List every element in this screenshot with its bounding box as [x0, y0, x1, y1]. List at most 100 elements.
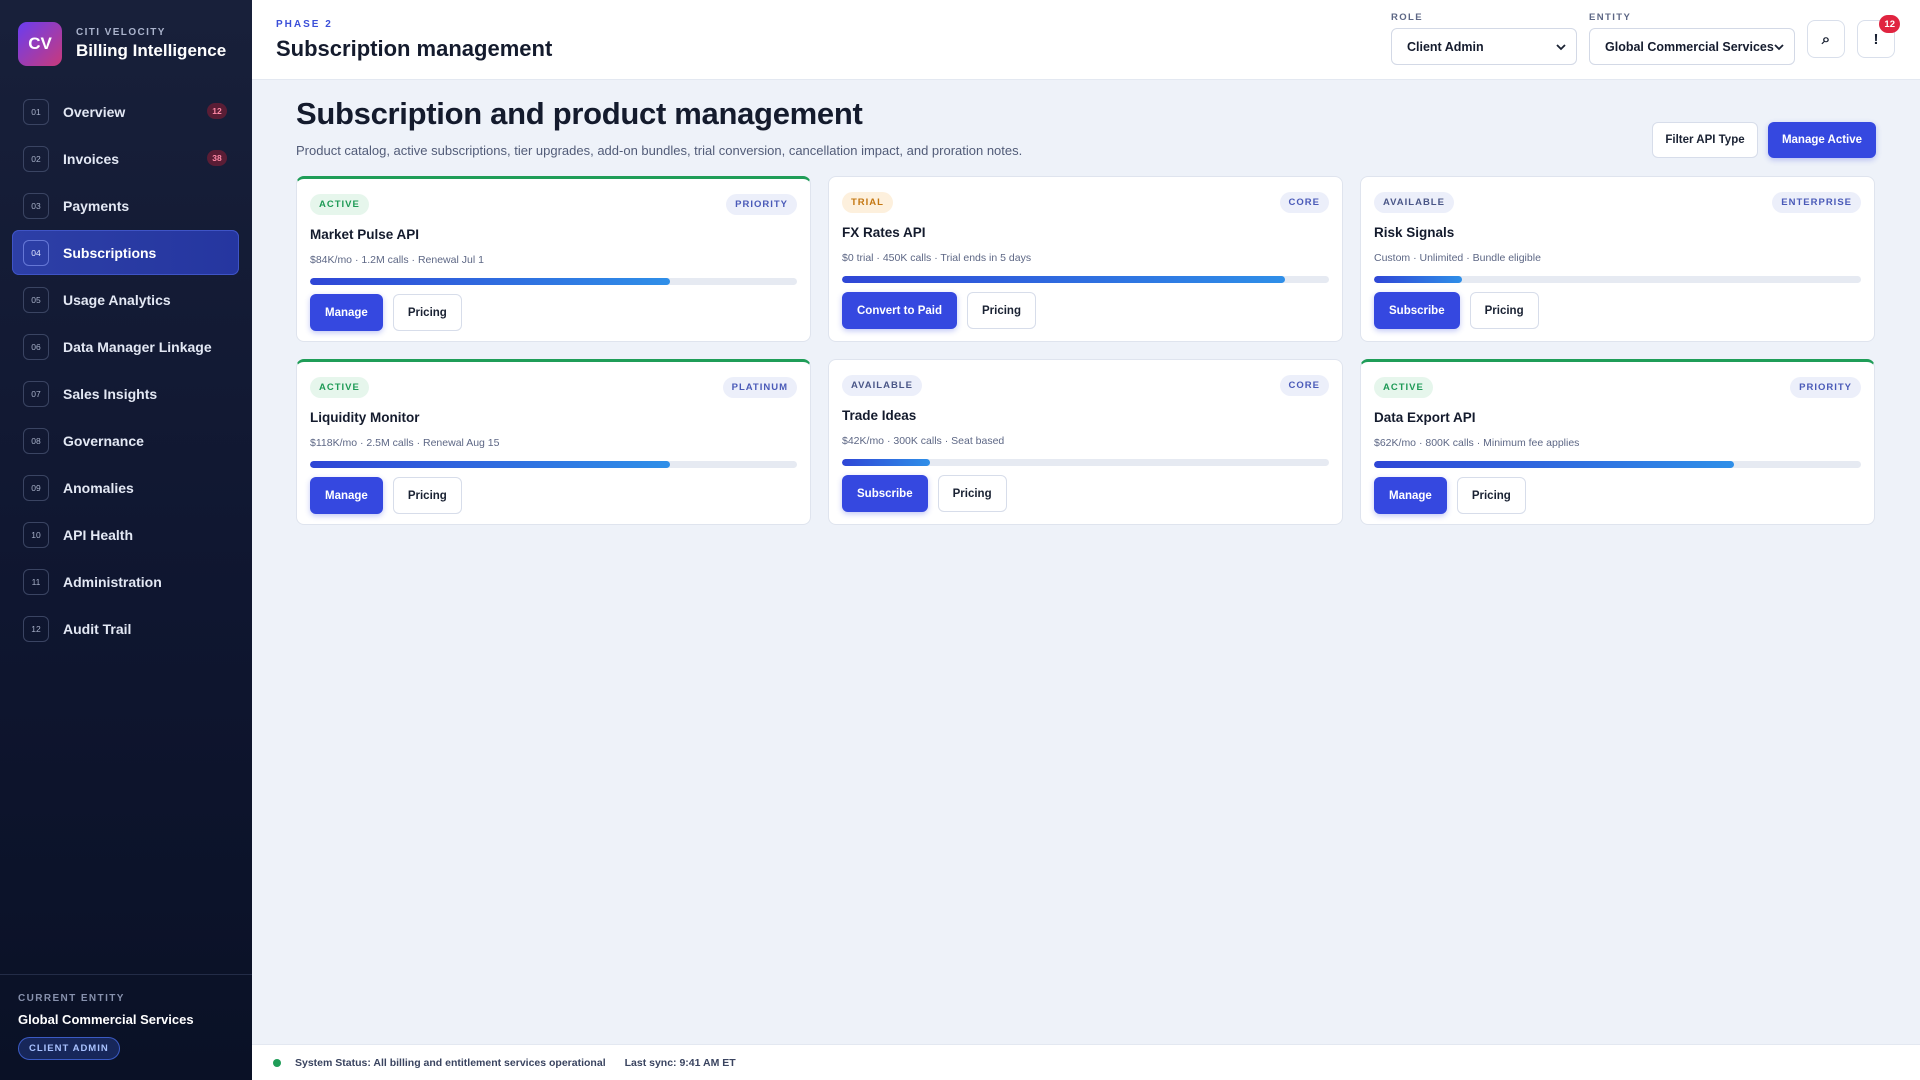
sidebar-item-sales-insights[interactable]: 07 Sales Insights — [12, 371, 239, 416]
nav-number: 06 — [23, 333, 49, 360]
nav-label: Administration — [63, 573, 162, 590]
usage-progress-bar — [842, 459, 1329, 466]
nav-number: 02 — [23, 145, 49, 172]
manage-button[interactable]: Manage — [1374, 477, 1447, 514]
card-header: ACTIVE PLATINUM — [310, 376, 797, 398]
manage-active-button[interactable]: Manage Active — [1768, 122, 1876, 158]
role-select[interactable]: Client Admin — [1391, 28, 1577, 65]
nav-count-badge: 12 — [207, 103, 227, 119]
subscribe-button[interactable]: Subscribe — [1374, 292, 1460, 329]
nav-label: API Health — [63, 526, 134, 543]
usage-progress-bar — [310, 278, 797, 285]
product-name: Liquidity Monitor — [310, 410, 420, 425]
subscription-card: ACTIVE PLATINUM Liquidity Monitor $118K/mo … — [296, 359, 811, 525]
filter-api-type-button[interactable]: Filter API Type — [1652, 122, 1758, 158]
pricing-button[interactable]: Pricing — [937, 475, 1007, 512]
nav-number: 05 — [23, 286, 49, 313]
usage-progress-bar — [310, 461, 797, 468]
product-meta: Custom · Unlimited · Bundle eligible — [1374, 252, 1541, 264]
product-meta: $118K/mo · 2.5M calls · Renewal Aug 15 — [310, 437, 500, 449]
search-button[interactable]: ⌕ — [1807, 20, 1845, 58]
subscribe-button[interactable]: Subscribe — [842, 475, 928, 512]
sidebar-item-data-manager-linkage[interactable]: 06 Data Manager Linkage — [12, 324, 239, 369]
nav-label: Invoices — [63, 150, 120, 167]
card-header: ACTIVE PRIORITY — [1374, 376, 1861, 398]
sidebar-item-anomalies[interactable]: 09 Anomalies — [12, 465, 239, 510]
brand-logo: CV — [18, 22, 62, 66]
sidebar-item-payments[interactable]: 03 Payments — [12, 183, 239, 228]
role-select-value: Client Admin — [1407, 39, 1484, 54]
subscription-card-grid: ACTIVE PRIORITY Market Pulse API $84K/mo · … — [296, 176, 1876, 525]
product-meta: $42K/mo · 300K calls · Seat based — [842, 435, 1005, 447]
sidebar-item-audit-trail[interactable]: 12 Audit Trail — [12, 606, 239, 651]
sidebar-nav: 01 Overview 12 02 Invoices 38 03 Payments 04 Subs… — [12, 89, 239, 653]
subscription-card: ACTIVE PRIORITY Data Export API $62K/mo · 8… — [1360, 359, 1875, 525]
manage-button[interactable]: Manage — [310, 477, 383, 514]
pricing-button[interactable]: Pricing — [392, 477, 462, 514]
usage-progress-fill — [1374, 461, 1735, 468]
sidebar-item-api-health[interactable]: 10 API Health — [12, 512, 239, 557]
brand-title: Billing Intelligence — [76, 41, 227, 60]
entity-select[interactable]: Global Commercial Services — [1589, 28, 1795, 65]
status-indicator-dot — [273, 1058, 281, 1067]
nav-number: 10 — [23, 521, 49, 548]
brand[interactable]: CV CITI VELOCITY Billing Intelligence — [18, 22, 226, 66]
pricing-button[interactable]: Pricing — [1456, 477, 1526, 514]
product-name: FX Rates API — [842, 225, 926, 240]
entity-select-value: Global Commercial Services — [1605, 39, 1774, 54]
sidebar: CV CITI VELOCITY Billing Intelligence 01… — [0, 0, 252, 1080]
product-name: Risk Signals — [1374, 225, 1455, 240]
pricing-button[interactable]: Pricing — [966, 292, 1036, 329]
subscription-card: TRIAL CORE FX Rates API $0 trial · 450K cal… — [828, 176, 1343, 342]
nav-label: Payments — [63, 197, 130, 214]
chevron-down-icon — [1774, 44, 1784, 51]
status-bar: System Status: All billing and entitleme… — [252, 1044, 1920, 1080]
nav-label: Data Manager Linkage — [63, 338, 212, 355]
usage-progress-bar — [1374, 461, 1861, 468]
card-header: TRIAL CORE — [842, 191, 1329, 213]
nav-number: 07 — [23, 380, 49, 407]
current-entity-panel: CURRENT ENTITY Global Commercial Service… — [0, 974, 252, 1080]
current-entity-name: Global Commercial Services — [18, 1012, 194, 1027]
nav-label: Governance — [63, 432, 144, 449]
card-actions: Convert to Paid Pricing — [842, 292, 1329, 329]
pricing-button[interactable]: Pricing — [392, 294, 462, 331]
notifications-button[interactable]: ! 12 — [1857, 15, 1900, 58]
pricing-button[interactable]: Pricing — [1469, 292, 1539, 329]
manage-button[interactable]: Manage — [310, 294, 383, 331]
nav-number: 12 — [23, 615, 49, 642]
card-header: AVAILABLE ENTERPRISE — [1374, 191, 1861, 213]
nav-label: Overview — [63, 103, 126, 120]
nav-label: Sales Insights — [63, 385, 158, 402]
sidebar-item-usage-analytics[interactable]: 05 Usage Analytics — [12, 277, 239, 322]
search-icon: ⌕ — [1821, 30, 1831, 48]
sidebar-item-overview[interactable]: 01 Overview 12 — [12, 89, 239, 134]
tier-badge: CORE — [1279, 374, 1329, 396]
convert-to-paid-button[interactable]: Convert to Paid — [842, 292, 957, 329]
card-actions: Subscribe Pricing — [842, 475, 1329, 512]
tier-badge: ENTERPRISE — [1772, 191, 1861, 213]
status-badge: ACTIVE — [1374, 376, 1433, 398]
sidebar-item-administration[interactable]: 11 Administration — [12, 559, 239, 604]
usage-progress-bar — [1374, 276, 1861, 283]
usage-progress-bar — [842, 276, 1329, 283]
tier-badge: CORE — [1279, 191, 1329, 213]
nav-count-badge: 38 — [207, 150, 227, 166]
tier-badge: PLATINUM — [722, 376, 797, 398]
entity-label: ENTITY — [1589, 12, 1632, 23]
status-badge: TRIAL — [842, 191, 893, 213]
nav-number: 09 — [23, 474, 49, 501]
card-header: AVAILABLE CORE — [842, 374, 1329, 396]
brand-subtitle: CITI VELOCITY — [76, 27, 166, 38]
phase-label: PHASE 2 — [276, 19, 333, 30]
nav-label: Usage Analytics — [63, 291, 171, 308]
nav-label: Subscriptions — [63, 244, 157, 261]
product-meta: $0 trial · 450K calls · Trial ends in 5 … — [842, 252, 1032, 264]
sidebar-item-invoices[interactable]: 02 Invoices 38 — [12, 136, 239, 181]
product-name: Data Export API — [1374, 410, 1476, 425]
sidebar-item-governance[interactable]: 08 Governance — [12, 418, 239, 463]
sidebar-item-subscriptions[interactable]: 04 Subscriptions — [12, 230, 239, 275]
system-status-text: System Status: All billing and entitleme… — [295, 1056, 606, 1069]
card-actions: Manage Pricing — [1374, 477, 1861, 514]
product-name: Market Pulse API — [310, 227, 420, 242]
